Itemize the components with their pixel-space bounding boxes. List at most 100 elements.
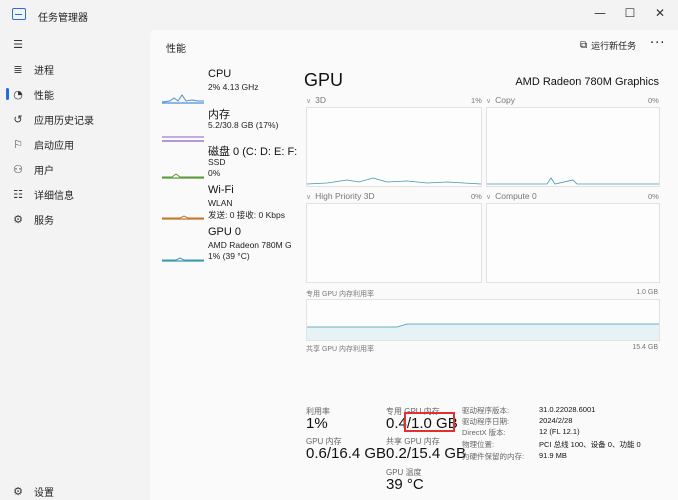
run-task-label: 运行新任务 [591, 41, 637, 51]
nav-item-label: 性能 [34, 90, 54, 102]
device-card-gpu[interactable]: GPU 0 AMD Radeon 780M G 1% (39 °C) [162, 226, 292, 266]
performance-page: 性能 ⧉ 运行新任务 ··· CPU 2% 4.13 GHz 内存 5.2/30… [150, 30, 678, 500]
engine-percent: 0% [648, 96, 659, 105]
gpu-sparkline [162, 257, 204, 262]
engine-selector-3d[interactable]: ∨ 3D [306, 95, 326, 105]
gpu-title: GPU [304, 70, 344, 90]
engine-label: High Priority 3D [315, 191, 375, 201]
utilization-value: 1% [306, 415, 328, 432]
engine-label: Copy [495, 95, 515, 105]
window-title: 任务管理器 [38, 13, 88, 24]
chevron-down-icon: ∨ [306, 193, 312, 201]
users-icon: ⚇ [13, 162, 23, 176]
gpu-temperature-value: 39 °C [386, 476, 424, 493]
task-manager-app-icon [12, 8, 26, 20]
device-detail: 2% 4.13 GHz [208, 82, 259, 92]
history-icon: ↺ [13, 112, 23, 126]
cpu-sparkline [162, 94, 204, 104]
engine-graph-3d [306, 107, 482, 187]
details-icon: ☷ [13, 187, 23, 201]
chevron-down-icon: ∨ [306, 97, 312, 105]
device-card-wifi[interactable]: Wi-Fi WLAN 发送: 0 接收: 0 Kbps [162, 184, 292, 224]
memory-sparkline [162, 136, 204, 142]
nav-item-label: 服务 [34, 215, 54, 227]
nav-item-users[interactable]: ⚇ 用户 [6, 158, 146, 180]
nav-item-details[interactable]: ☷ 详细信息 [6, 183, 146, 205]
device-card-disk[interactable]: 磁盘 0 (C: D: E: F: SSD 0% [162, 143, 297, 183]
nav-item-label: 设置 [34, 487, 54, 499]
engine-copy-line [487, 177, 659, 185]
performance-icon: ◔ [13, 87, 23, 101]
highlight-annotation-box [404, 412, 455, 432]
property-key: DirectX 版本: [462, 428, 506, 437]
property-value: PCI 总线 100、设备 0、功能 0 [539, 440, 641, 449]
device-detail: 0% [208, 168, 221, 178]
nav-item-services[interactable]: ⚙ 服务 [6, 208, 146, 230]
engine-3d-line [306, 177, 482, 185]
property-value: 12 (FL 12.1) [539, 427, 580, 436]
hamburger-menu-button[interactable]: ☰ [6, 33, 146, 55]
run-task-icon: ⧉ [580, 40, 588, 51]
shared-memory-max: 15.4 GB [632, 344, 658, 351]
gpu-memory-value: 0.6/16.4 GB [306, 445, 387, 462]
device-card-cpu[interactable]: CPU 2% 4.13 GHz [162, 68, 292, 108]
navigation-pane: ☰ ≣ 进程 ◔ 性能 ↺ 应用历史记录 ⚐ 启动应用 ⚇ 用户 ☷ 详细信息 … [0, 30, 150, 500]
engine-graph-compute-0 [486, 203, 660, 283]
device-name: CPU [208, 68, 232, 80]
property-value: 31.0.22028.6001 [539, 405, 596, 414]
property-key: 驱动程序日期: [462, 417, 510, 426]
nav-item-app-history[interactable]: ↺ 应用历史记录 [6, 108, 146, 130]
gear-icon: ⚙ [13, 484, 23, 498]
property-value: 2024/2/28 [539, 416, 573, 425]
device-detail: 发送: 0 接收: 0 Kbps [208, 210, 285, 220]
engine-selector-copy[interactable]: ∨ Copy [486, 95, 515, 105]
property-key: 物理位置: [462, 440, 495, 449]
engine-selector-compute-0[interactable]: ∨ Compute 0 [486, 191, 537, 201]
property-key: 驱动程序版本: [462, 406, 510, 415]
device-detail: AMD Radeon 780M G [208, 240, 292, 250]
engine-label: Compute 0 [495, 191, 537, 201]
nav-item-label: 启动应用 [34, 140, 74, 152]
nav-item-label: 应用历史记录 [34, 115, 94, 127]
property-value: 91.9 MB [539, 451, 567, 460]
device-detail: 5.2/30.8 GB (17%) [208, 120, 279, 130]
services-icon: ⚙ [13, 212, 23, 226]
nav-item-startup-apps[interactable]: ⚐ 启动应用 [6, 133, 146, 155]
nav-item-performance[interactable]: ◔ 性能 [6, 83, 146, 105]
engine-percent: 0% [471, 192, 482, 201]
wifi-sparkline [162, 215, 204, 220]
run-new-task-button[interactable]: ⧉ 运行新任务 [580, 39, 636, 52]
dedicated-memory-area [307, 323, 659, 340]
title-bar: 任务管理器 — ☐ ✕ [0, 0, 678, 30]
engine-selector-high-priority-3d[interactable]: ∨ High Priority 3D [306, 191, 375, 201]
device-name: Wi-Fi [208, 184, 234, 196]
more-options-button[interactable]: ··· [650, 36, 665, 51]
property-key: 为硬件保留的内存: [462, 452, 525, 461]
close-button[interactable]: ✕ [646, 3, 674, 23]
engine-percent: 1% [471, 96, 482, 105]
dedicated-memory-max: 1.0 GB [636, 289, 658, 296]
device-detail: WLAN [208, 198, 233, 208]
engine-percent: 0% [648, 192, 659, 201]
shared-memory-label: 共享 GPU 内存利用率 [306, 346, 375, 353]
dedicated-memory-graph [306, 299, 660, 341]
device-card-memory[interactable]: 内存 5.2/30.8 GB (17%) [162, 106, 292, 146]
disk-sparkline [162, 173, 204, 179]
chevron-down-icon: ∨ [486, 193, 492, 201]
dedicated-memory-label: 专用 GPU 内存利用率 [306, 291, 375, 298]
nav-item-processes[interactable]: ≣ 进程 [6, 58, 146, 80]
gpu-model-name: AMD Radeon 780M Graphics [515, 76, 659, 88]
hamburger-icon: ☰ [13, 37, 23, 51]
processes-icon: ≣ [13, 62, 23, 76]
minimize-button[interactable]: — [586, 3, 614, 23]
shared-gpu-memory-value: 0.2/15.4 GB [386, 445, 467, 462]
device-detail: 1% (39 °C) [208, 251, 250, 261]
device-name: GPU 0 [208, 226, 242, 238]
nav-item-label: 进程 [34, 65, 54, 77]
nav-item-settings[interactable]: ⚙ 设置 [6, 480, 146, 500]
chevron-down-icon: ∨ [486, 97, 492, 105]
engine-label: 3D [315, 95, 326, 105]
nav-item-label: 用户 [34, 165, 54, 177]
maximize-button[interactable]: ☐ [616, 3, 644, 23]
engine-graph-high-priority-3d [306, 203, 482, 283]
